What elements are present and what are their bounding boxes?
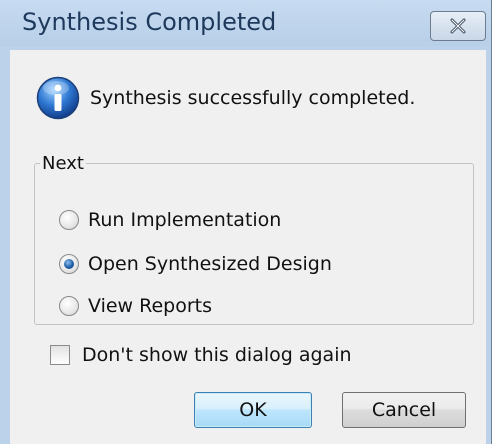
dont-show-checkbox[interactable]	[50, 345, 70, 365]
option-view-reports[interactable]: View Reports	[59, 290, 212, 322]
close-button[interactable]	[430, 11, 486, 41]
dialog-title: Synthesis Completed	[22, 8, 277, 36]
option-label: View Reports	[88, 295, 213, 317]
option-run-implementation[interactable]: Run Implementation	[59, 204, 281, 236]
option-label: Run Implementation	[88, 209, 282, 231]
close-x-icon	[450, 18, 466, 34]
radio-view-reports[interactable]	[59, 296, 79, 316]
next-group: Next Run Implementation Open Synthesized…	[34, 153, 474, 325]
dont-show-row[interactable]: Don't show this dialog again	[50, 340, 352, 370]
dont-show-label: Don't show this dialog again	[82, 344, 352, 366]
option-label: Open Synthesized Design	[88, 253, 332, 275]
ok-button[interactable]: OK	[194, 392, 312, 428]
status-message: Synthesis successfully completed.	[90, 87, 416, 109]
radio-run-implementation[interactable]	[59, 210, 79, 230]
radio-open-synthesized-design[interactable]	[59, 254, 79, 274]
cancel-button[interactable]: Cancel	[342, 392, 466, 428]
dialog-window: Synthesis Completed Synthesis successful…	[0, 0, 492, 444]
title-bar[interactable]: Synthesis Completed	[0, 0, 491, 46]
dialog-body: Synthesis successfully completed. Next R…	[10, 50, 486, 444]
next-group-label: Next	[42, 153, 84, 174]
option-open-synthesized-design[interactable]: Open Synthesized Design	[59, 248, 332, 280]
info-icon	[36, 76, 80, 120]
